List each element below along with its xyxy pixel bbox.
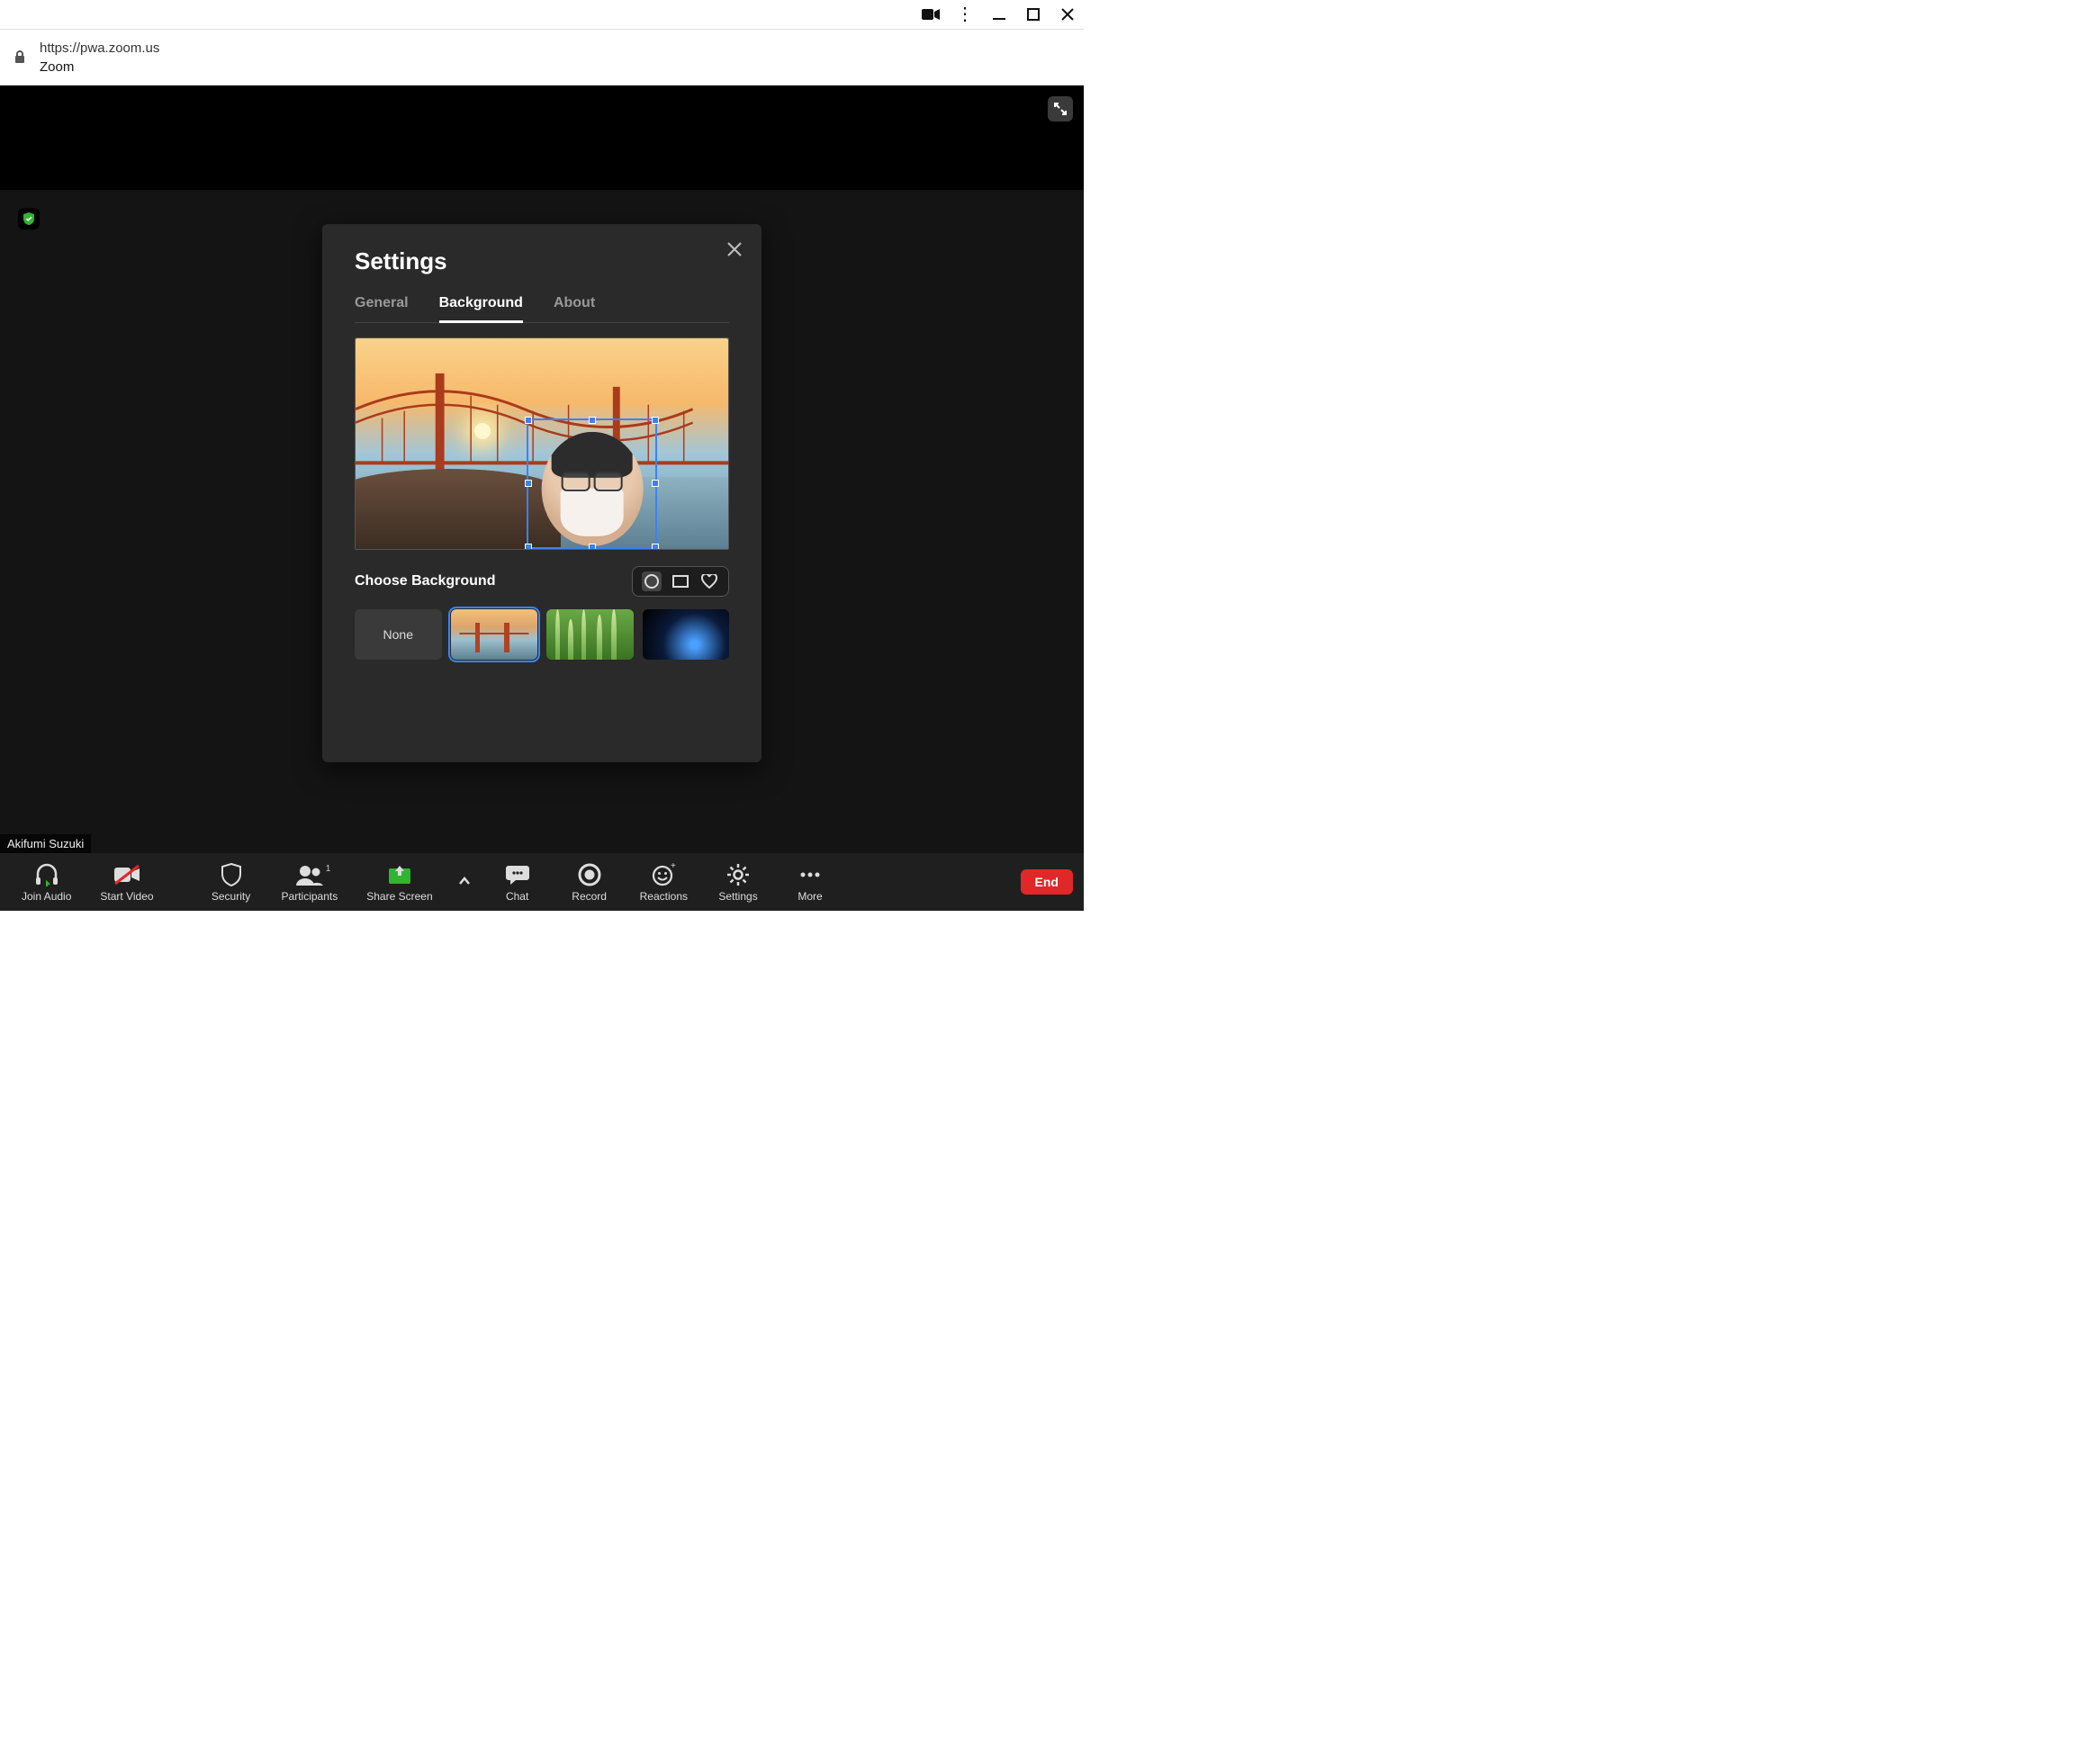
settings-tabs: General Background About — [355, 295, 729, 323]
security-button[interactable]: Security — [199, 861, 264, 903]
bg-option-none-label: None — [383, 627, 413, 642]
bg-option-bridge[interactable] — [451, 609, 538, 660]
lock-icon — [13, 49, 29, 66]
user-face-preview — [542, 432, 644, 546]
video-off-icon — [113, 861, 141, 888]
browser-app-name: Zoom — [40, 59, 159, 75]
gear-icon — [726, 861, 750, 888]
toolbar-label: Join Audio — [22, 890, 71, 903]
close-window-icon[interactable] — [1059, 5, 1077, 23]
shape-heart-icon[interactable] — [699, 571, 719, 591]
maximize-icon[interactable] — [1024, 5, 1042, 23]
kebab-menu-icon[interactable]: ⋮ — [956, 5, 974, 23]
chat-icon — [505, 861, 530, 888]
camera-icon[interactable] — [922, 5, 940, 23]
shield-icon — [221, 861, 242, 888]
more-icon — [798, 861, 822, 888]
bg-option-grass[interactable] — [546, 609, 634, 660]
crop-handle[interactable] — [652, 417, 659, 424]
close-modal-icon[interactable] — [726, 240, 745, 260]
crop-handle[interactable] — [525, 544, 532, 549]
crop-handle[interactable] — [589, 544, 596, 549]
svg-text:+: + — [671, 863, 676, 871]
bg-option-none[interactable]: None — [355, 609, 442, 660]
crop-handle[interactable] — [525, 417, 532, 424]
share-screen-icon — [386, 861, 413, 888]
toolbar-label: Chat — [506, 890, 528, 903]
crop-handle[interactable] — [652, 544, 659, 549]
choose-background-label: Choose Background — [355, 573, 495, 589]
record-icon — [578, 861, 601, 888]
video-stage: Settings General Background About — [0, 190, 1084, 853]
share-options-chevron[interactable] — [451, 868, 478, 896]
toolbar-label: Reactions — [640, 890, 688, 903]
shape-rect-icon[interactable] — [671, 571, 690, 591]
address-bar: https://pwa.zoom.us Zoom — [0, 30, 1084, 85]
toolbar-label: Start Video — [100, 890, 153, 903]
stage-empty-top — [0, 85, 1084, 190]
titlebar: ⋮ — [0, 0, 1084, 30]
toolbar-label: Record — [572, 890, 607, 903]
participants-button[interactable]: 1 Participants — [271, 861, 349, 903]
toolbar-label: Participants — [282, 890, 338, 903]
browser-url[interactable]: https://pwa.zoom.us — [40, 40, 159, 56]
minimize-icon[interactable] — [990, 5, 1008, 23]
end-meeting-button[interactable]: End — [1021, 869, 1073, 895]
toolbar-label: More — [798, 890, 822, 903]
fullscreen-icon[interactable] — [1048, 96, 1073, 121]
background-options-row: None — [355, 609, 729, 660]
toolbar-label: Share Screen — [366, 890, 432, 903]
face-crop-box[interactable] — [527, 418, 657, 549]
chevron-up-icon — [458, 868, 471, 895]
crop-handle[interactable] — [525, 480, 532, 487]
participants-count-badge: 1 — [326, 864, 331, 874]
meeting-toolbar: Join Audio Start Video Security 1 Partic… — [0, 853, 1084, 911]
tab-about[interactable]: About — [554, 295, 595, 322]
start-video-button[interactable]: Start Video — [89, 861, 164, 903]
record-button[interactable]: Record — [557, 861, 622, 903]
shape-circle-icon[interactable] — [642, 571, 662, 591]
reactions-button[interactable]: + Reactions — [629, 861, 698, 903]
crop-handle[interactable] — [589, 417, 596, 424]
crop-handle[interactable] — [652, 480, 659, 487]
toolbar-label: Security — [212, 890, 250, 903]
toolbar-label: Settings — [718, 890, 757, 903]
participants-icon — [295, 861, 324, 888]
participant-name-overlay: Akifumi Suzuki — [0, 834, 91, 853]
more-button[interactable]: More — [778, 861, 843, 903]
settings-button[interactable]: Settings — [706, 861, 771, 903]
background-preview-container — [355, 337, 729, 550]
settings-modal: Settings General Background About — [322, 224, 762, 762]
tab-general[interactable]: General — [355, 295, 409, 322]
reactions-icon: + — [651, 861, 676, 888]
join-audio-button[interactable]: Join Audio — [11, 861, 82, 903]
mask-shape-toggle — [632, 566, 729, 597]
modal-title: Settings — [355, 247, 729, 275]
share-screen-button[interactable]: Share Screen — [356, 861, 443, 903]
tab-background[interactable]: Background — [439, 295, 523, 323]
headphones-icon — [33, 861, 60, 888]
chat-button[interactable]: Chat — [485, 861, 550, 903]
background-preview[interactable] — [356, 338, 728, 549]
encryption-shield-icon[interactable] — [18, 208, 40, 229]
bg-option-space[interactable] — [643, 609, 730, 660]
